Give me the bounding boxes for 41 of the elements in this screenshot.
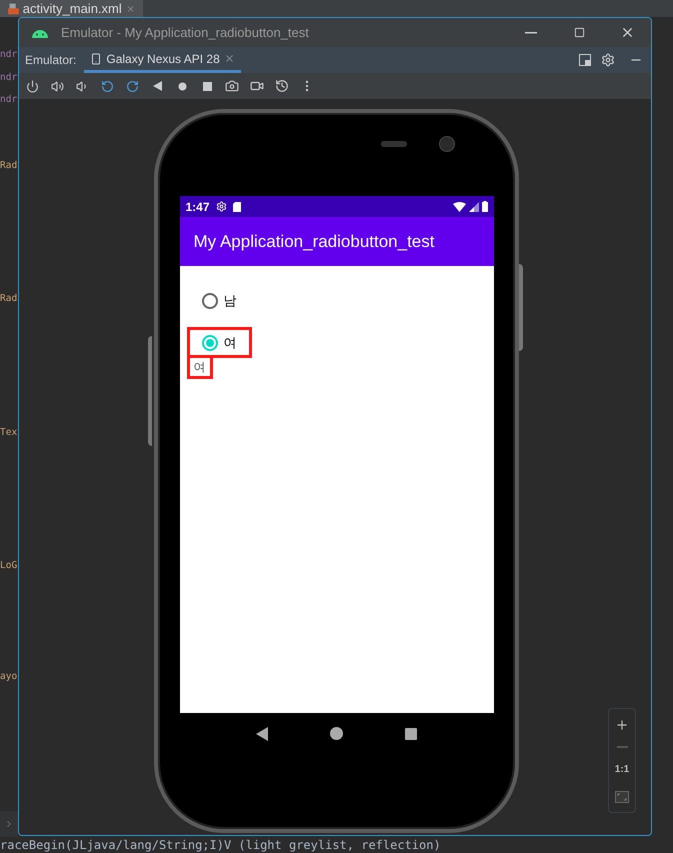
settings-icon (216, 201, 227, 212)
phone-speaker (381, 141, 407, 147)
emulator-label: Emulator: (25, 52, 76, 69)
code-text: Rad (0, 161, 18, 171)
zoom-in-button[interactable] (615, 718, 629, 732)
editor-tab[interactable]: activity_main.xml (0, 0, 143, 17)
overview-icon[interactable] (405, 728, 417, 740)
minimize-icon (525, 32, 537, 34)
code-text: ndr (0, 94, 18, 104)
result-text: 여 (186, 355, 212, 379)
minus-icon (616, 746, 628, 748)
back-icon[interactable] (256, 726, 268, 740)
code-text: ayo (0, 672, 18, 682)
maximize-icon (574, 27, 584, 38)
xml-file-icon (8, 2, 19, 16)
radio-button[interactable] (202, 292, 218, 308)
radio-button[interactable] (202, 334, 218, 350)
radio-label[interactable]: 여 (224, 332, 236, 352)
app-title: My Application_radiobutton_test (194, 230, 434, 253)
sd-card-icon (232, 202, 241, 212)
status-time: 1:47 (186, 198, 210, 216)
fit-screen-icon[interactable] (615, 791, 629, 803)
radio-label[interactable]: 남 (224, 290, 236, 310)
signal-icon (468, 202, 478, 212)
code-text: Rad (0, 294, 18, 304)
code-text: ndr (0, 72, 18, 82)
panel-icon[interactable] (579, 54, 591, 66)
device-icon (90, 52, 102, 64)
code-text: Tex (0, 428, 18, 438)
phone-camera (439, 136, 455, 152)
code-text: ndr (0, 50, 18, 60)
close-icon[interactable] (224, 53, 235, 64)
wifi-icon (452, 202, 466, 212)
battery-icon (482, 201, 488, 212)
actual-size-button[interactable]: 1:1 (614, 762, 630, 777)
android-logo-icon (31, 27, 49, 38)
plus-icon (615, 718, 629, 732)
log-line: raceBegin(JLjava/lang/String;I)V (light greylist, reflection) (0, 837, 441, 853)
code-text: LoG (0, 560, 18, 570)
window-title: Emulator - My Application_radiobutton_test (61, 24, 309, 42)
home-icon[interactable] (330, 727, 343, 740)
